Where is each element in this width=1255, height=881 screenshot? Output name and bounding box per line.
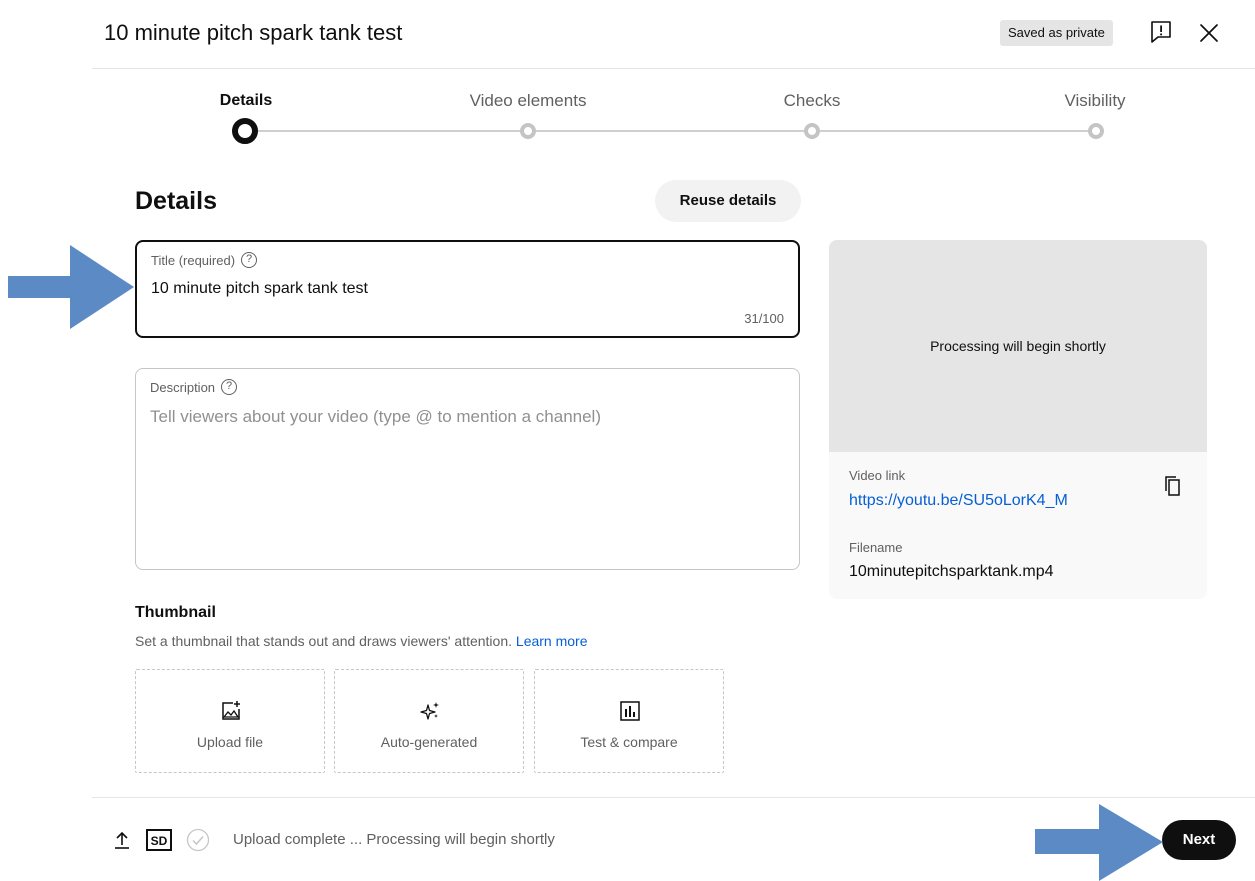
video-preview-card: Processing will begin shortly Video link… <box>829 240 1207 599</box>
test-compare-label: Test & compare <box>580 734 678 750</box>
title-char-count: 31/100 <box>744 311 784 326</box>
processing-status-text: Processing will begin shortly <box>930 338 1106 354</box>
step-video-elements-label[interactable]: Video elements <box>438 90 618 112</box>
title-field-label-row: Title (required) ? <box>151 252 258 268</box>
next-button[interactable]: Next <box>1162 820 1236 860</box>
bar-chart-icon <box>619 700 641 722</box>
upload-icon[interactable] <box>110 828 134 852</box>
upload-file-label: Upload file <box>196 734 264 750</box>
close-icon[interactable] <box>1196 20 1222 46</box>
copy-icon[interactable] <box>1161 474 1185 498</box>
title-field-label: Title (required) <box>151 252 236 268</box>
learn-more-link[interactable]: Learn more <box>516 633 588 649</box>
video-link[interactable]: https://youtu.be/SU5oLorK4_M <box>849 492 1068 510</box>
sparkle-icon <box>419 700 441 722</box>
auto-generated-thumbnail-option[interactable]: Auto-generated <box>334 669 524 773</box>
feedback-icon[interactable] <box>1148 19 1174 45</box>
auto-generated-label: Auto-generated <box>380 734 478 750</box>
reuse-details-button[interactable]: Reuse details <box>655 180 801 222</box>
dialog-title: 10 minute pitch spark tank test <box>104 20 403 45</box>
video-preview-area: Processing will begin shortly <box>829 240 1207 452</box>
step-checks-dot[interactable] <box>804 123 820 139</box>
description-input[interactable]: Tell viewers about your video (type @ to… <box>150 407 601 427</box>
step-checks-label[interactable]: Checks <box>722 90 902 112</box>
description-field-label: Description <box>150 379 216 395</box>
help-icon[interactable]: ? <box>241 252 258 268</box>
header-divider <box>92 68 1255 69</box>
annotation-arrow-title <box>8 245 134 329</box>
upload-file-thumbnail-option[interactable]: Upload file <box>135 669 325 773</box>
thumbnail-description-text: Set a thumbnail that stands out and draw… <box>135 633 513 649</box>
step-visibility-dot[interactable] <box>1088 123 1104 139</box>
saved-status-badge: Saved as private <box>1000 20 1113 46</box>
test-compare-thumbnail-option[interactable]: Test & compare <box>534 669 724 773</box>
thumbnail-heading: Thumbnail <box>135 604 216 621</box>
sd-quality-icon[interactable]: SD <box>146 829 172 851</box>
footer-divider <box>92 797 1255 798</box>
sd-label: SD <box>151 834 168 848</box>
filename-label: Filename <box>849 540 903 555</box>
description-field[interactable]: Description ? Tell viewers about your vi… <box>135 368 800 570</box>
title-input[interactable]: 10 minute pitch spark tank test <box>151 280 368 298</box>
step-details-dot[interactable] <box>232 118 258 144</box>
upload-status-text: Upload complete ... Processing will begi… <box>233 831 555 848</box>
stepper-connector <box>820 130 1088 132</box>
title-field[interactable]: Title (required) ? 10 minute pitch spark… <box>135 240 800 338</box>
filename-value: 10minutepitchsparktank.mp4 <box>849 563 1054 580</box>
description-field-label-row: Description ? <box>150 379 238 395</box>
annotation-arrow-next <box>1035 804 1163 881</box>
help-icon[interactable]: ? <box>221 379 238 395</box>
step-visibility-label[interactable]: Visibility <box>1005 90 1185 112</box>
video-link-label: Video link <box>849 468 906 483</box>
image-add-icon <box>220 700 242 722</box>
section-heading: Details <box>135 187 217 215</box>
stepper-connector <box>258 130 520 132</box>
check-circle-icon[interactable] <box>186 828 210 852</box>
thumbnail-description: Set a thumbnail that stands out and draw… <box>135 633 588 649</box>
step-details-label[interactable]: Details <box>156 90 336 112</box>
step-video-elements-dot[interactable] <box>520 123 536 139</box>
stepper-connector <box>536 130 804 132</box>
